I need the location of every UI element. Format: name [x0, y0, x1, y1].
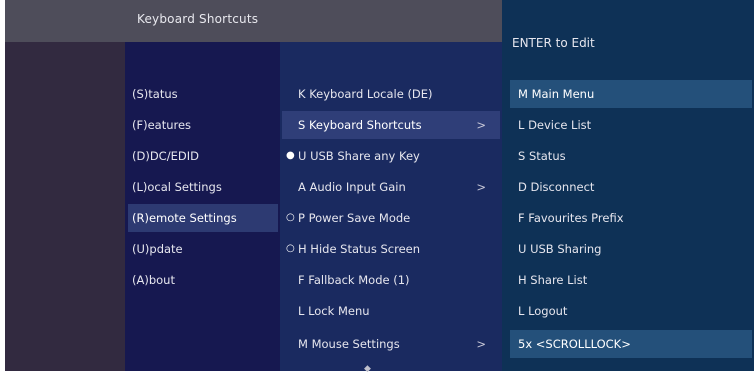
- category-item-features[interactable]: (F)eatures: [128, 111, 278, 139]
- submenu-item-lock-menu[interactable]: L Lock Menu: [282, 297, 500, 325]
- submenu-item-mouse-settings[interactable]: M Mouse Settings >: [282, 330, 500, 358]
- chevron-right-icon: >: [476, 118, 486, 132]
- header-bar: Keyboard Shortcuts: [5, 0, 502, 42]
- scroll-down-icon[interactable]: ◆: [364, 364, 371, 374]
- chevron-right-icon: >: [476, 180, 486, 194]
- shortcut-item-share-list[interactable]: H Share List: [510, 266, 752, 294]
- radio-empty-icon: ○: [286, 243, 295, 254]
- submenu-item-hide-status-screen[interactable]: ○ H Hide Status Screen: [282, 235, 500, 263]
- shortcut-item-usb-sharing[interactable]: U USB Sharing: [510, 235, 752, 263]
- radio-empty-icon: ○: [286, 212, 295, 223]
- submenu-item-keyboard-shortcuts[interactable]: S Keyboard Shortcuts >: [282, 111, 500, 139]
- submenu-item-fallback-mode[interactable]: F Fallback Mode (1): [282, 266, 500, 294]
- shortcut-item-main-menu[interactable]: M Main Menu: [510, 80, 752, 108]
- category-item-local-settings[interactable]: (L)ocal Settings: [128, 173, 278, 201]
- page-title: Keyboard Shortcuts: [137, 12, 259, 26]
- shortcut-item-favourites-prefix[interactable]: F Favourites Prefix: [510, 204, 752, 232]
- submenu-item-keyboard-locale[interactable]: K Keyboard Locale (DE): [282, 80, 500, 108]
- shortcut-item-disconnect[interactable]: D Disconnect: [510, 173, 752, 201]
- category-item-remote-settings[interactable]: (R)emote Settings: [128, 204, 278, 232]
- submenu-item-audio-input-gain[interactable]: A Audio Input Gain >: [282, 173, 500, 201]
- chevron-right-icon: >: [476, 337, 486, 351]
- category-item-update[interactable]: (U)pdate: [128, 235, 278, 263]
- submenu-item-usb-share-any-key[interactable]: ● U USB Share any Key: [282, 142, 500, 170]
- radio-filled-icon: ●: [286, 150, 295, 161]
- left-empty-panel: [5, 0, 125, 371]
- category-item-about[interactable]: (A)bout: [128, 266, 278, 294]
- shortcut-item-logout[interactable]: L Logout: [510, 297, 752, 325]
- submenu-item-power-save-mode[interactable]: ○ P Power Save Mode: [282, 204, 500, 232]
- category-item-status[interactable]: (S)tatus: [128, 80, 278, 108]
- shortcut-item-device-list[interactable]: L Device List: [510, 111, 752, 139]
- category-item-ddc-edid[interactable]: (D)DC/EDID: [128, 142, 278, 170]
- osd-screen: Keyboard Shortcuts ENTER to Edit (S)tatu…: [0, 0, 754, 378]
- edit-hint: ENTER to Edit: [512, 36, 595, 50]
- shortcut-item-status[interactable]: S Status: [510, 142, 752, 170]
- shortcut-item-scrolllock[interactable]: 5x <SCROLLLOCK>: [510, 330, 752, 358]
